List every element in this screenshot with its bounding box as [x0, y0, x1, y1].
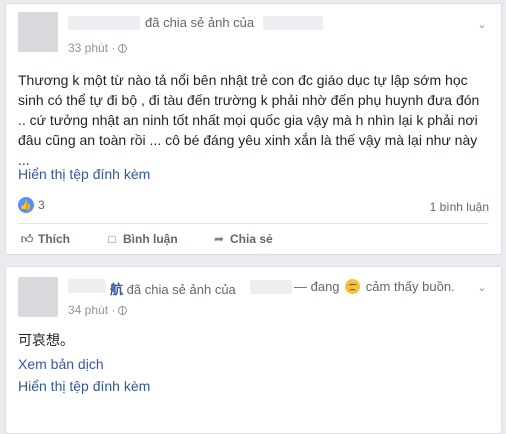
feeling-prefix: — đang [294, 279, 340, 294]
post-timestamp[interactable]: 34 phút · [68, 303, 128, 317]
thumbs-up-icon: 👍︎ [20, 232, 34, 246]
post-body: 可哀想。 [18, 332, 74, 348]
post-card-2: 航 đã chia sẻ ảnh của — đang cảm thấy buồ… [5, 266, 502, 434]
post-body-line: .. cứ tưởng nhật an ninh tốt nhất mọi qu… [18, 112, 478, 128]
post-body: Thương k một từ nào tả nổi bên nhật trẻ … [18, 70, 489, 170]
comment-icon: □ [108, 232, 116, 246]
timestamp-text: 34 phút [68, 303, 109, 317]
timestamp-text: 33 phút [68, 41, 109, 55]
original-poster-blurred[interactable] [250, 280, 292, 294]
feeling-status: — đang cảm thấy buồn. [294, 279, 455, 294]
author-name-blurred[interactable] [68, 279, 106, 293]
feeling-text[interactable]: cảm thấy buồn. [366, 279, 455, 294]
see-translation-link[interactable]: Xem bản dịch [18, 356, 104, 372]
post-body-line: đâu cũng an toàn rồi ... cô bé đáng yêu … [18, 132, 478, 148]
share-button[interactable]: ➦ Chia sẻ [212, 232, 273, 246]
author-name-fragment[interactable]: 航 [110, 282, 123, 297]
like-count[interactable]: 3 [38, 198, 45, 212]
reactions-row: 👍 3 1 bình luận [18, 197, 489, 217]
show-attachment-link[interactable]: Hiển thị tệp đính kèm [18, 166, 150, 182]
comment-count[interactable]: 1 bình luận [430, 200, 489, 214]
chevron-down-icon[interactable]: ⌄ [475, 281, 489, 295]
comment-label: Bình luận [123, 232, 178, 246]
like-button[interactable]: 👍︎ Thích [20, 232, 70, 247]
author-name-blurred[interactable] [68, 16, 140, 30]
thumbs-up-icon[interactable]: 👍 [18, 197, 34, 213]
divider [18, 223, 489, 224]
post-card-1: đã chia sẻ ảnh của 33 phút · ⌄ Thương k … [5, 3, 502, 255]
shared-photo-text: đã chia sẻ ảnh của [126, 282, 236, 297]
original-poster-blurred[interactable] [263, 16, 323, 30]
avatar[interactable] [18, 12, 58, 52]
comment-button[interactable]: □ Bình luận [105, 232, 178, 246]
post-actions: 👍︎ Thích □ Bình luận ➦ Chia sẻ [18, 230, 489, 250]
post-header: đã chia sẻ ảnh của [145, 15, 254, 30]
like-label: Thích [38, 232, 70, 246]
shared-photo-text: đã chia sẻ ảnh của [145, 15, 255, 30]
sad-face-icon [345, 279, 361, 294]
post-body-line: sinh có thể tự đi bộ , đi tàu đến trường… [18, 92, 480, 108]
post-header: 航 đã chia sẻ ảnh của [110, 279, 236, 298]
post-body-line: Thương k một từ nào tả nổi bên nhật trẻ … [18, 72, 468, 88]
globe-icon [118, 44, 128, 53]
share-icon: ➦ [213, 232, 225, 246]
share-label: Chia sẻ [230, 232, 273, 246]
globe-icon [118, 306, 128, 315]
show-attachment-link[interactable]: Hiển thị tệp đính kèm [18, 378, 150, 394]
avatar[interactable] [18, 277, 58, 317]
chevron-down-icon[interactable]: ⌄ [475, 18, 489, 32]
post-timestamp[interactable]: 33 phút · [68, 41, 128, 55]
